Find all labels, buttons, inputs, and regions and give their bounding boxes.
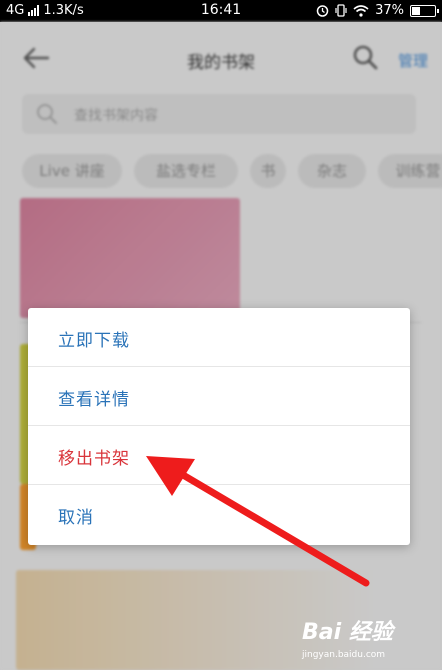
vibrate-icon [335, 4, 347, 17]
menu-item-label: 立即下载 [58, 331, 130, 351]
battery-fill [412, 6, 420, 15]
menu-item-remove-from-shelf[interactable]: 移出书架 [28, 426, 410, 485]
battery-icon [410, 4, 439, 17]
watermark: Bai 经验 jingyan.baidu.com [302, 614, 434, 666]
wifi-icon [353, 4, 369, 17]
context-menu: 立即下载 查看详情 移出书架 取消 [28, 308, 410, 545]
watermark-url: jingyan.baidu.com [302, 650, 386, 660]
alarm-icon [316, 5, 329, 17]
menu-item-cancel[interactable]: 取消 [28, 485, 410, 545]
menu-item-label: 查看详情 [58, 390, 130, 410]
menu-item-label: 取消 [58, 508, 94, 528]
status-right: 37% [316, 3, 439, 18]
status-bar: 4G 1.3K/s 16:41 37% [0, 0, 442, 22]
battery-percent: 37% [375, 3, 404, 18]
watermark-logo: Bai 经验 [302, 620, 393, 645]
menu-item-label: 移出书架 [58, 449, 130, 469]
menu-item-view-details[interactable]: 查看详情 [28, 367, 410, 426]
menu-item-download-now[interactable]: 立即下载 [28, 308, 410, 367]
